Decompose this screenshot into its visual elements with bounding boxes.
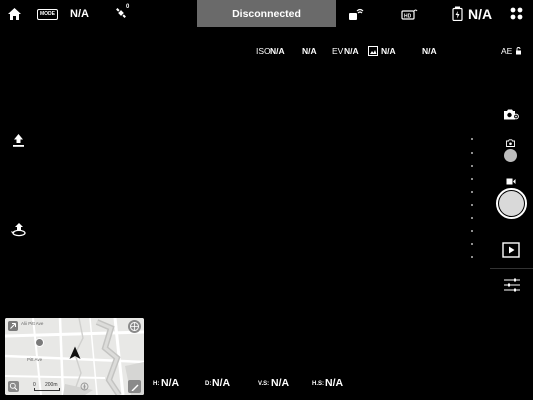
return-home-icon[interactable] bbox=[11, 221, 27, 237]
iso-value: N/A bbox=[270, 46, 285, 56]
photo-mode-icon[interactable] bbox=[506, 139, 515, 147]
camera-parameter-bar[interactable]: ISO N/A N/A EV N/A N/A N/A AE bbox=[256, 46, 531, 58]
flight-mode-chip: MODE bbox=[37, 9, 58, 20]
home-point-marker bbox=[35, 338, 44, 347]
map-collapse-icon[interactable] bbox=[8, 321, 18, 331]
settings-menu-icon[interactable] bbox=[510, 7, 523, 20]
map-compass-icon bbox=[80, 382, 89, 391]
connection-status-banner[interactable]: Disconnected bbox=[197, 0, 336, 27]
white-balance-value: N/A bbox=[381, 46, 396, 56]
iso-label: ISO bbox=[256, 46, 271, 56]
hd-video-signal-icon: HD bbox=[401, 8, 418, 20]
distance-value: N/A bbox=[212, 377, 231, 389]
ev-value: N/A bbox=[344, 46, 359, 56]
focus-scale-track[interactable] bbox=[471, 134, 475, 262]
image-format-value: N/A bbox=[422, 46, 437, 56]
lock-icon[interactable] bbox=[515, 47, 522, 55]
ev-label: EV bbox=[332, 46, 344, 56]
aircraft-position-icon bbox=[69, 346, 81, 360]
photo-video-toggle-knob[interactable] bbox=[504, 149, 517, 162]
horizontal-speed-value: N/A bbox=[325, 377, 344, 389]
battery-value: N/A bbox=[468, 6, 493, 22]
camera-settings-icon[interactable] bbox=[503, 108, 519, 121]
map-street-label: Alii Pitt Ave bbox=[21, 321, 44, 326]
remote-controller-signal-icon bbox=[348, 6, 364, 21]
map-street-label: Pitt Ave bbox=[27, 357, 43, 362]
home-icon[interactable] bbox=[7, 7, 22, 21]
video-mode-icon[interactable] bbox=[506, 178, 516, 185]
shutter-button-core bbox=[499, 191, 524, 216]
playback-icon[interactable] bbox=[502, 242, 520, 258]
vertical-speed-label: V.S: bbox=[258, 381, 270, 387]
height-label: H: bbox=[153, 381, 160, 387]
horizontal-speed-label: H.S: bbox=[312, 381, 324, 387]
vertical-speed-value: N/A bbox=[271, 377, 290, 389]
battery-icon bbox=[452, 6, 463, 21]
camera-adjust-sliders-icon[interactable] bbox=[503, 277, 521, 293]
takeoff-icon[interactable] bbox=[11, 133, 26, 148]
mini-map[interactable]: Alii Pitt Ave Pitt Ave 0 200m bbox=[5, 318, 144, 395]
distance-label: D: bbox=[205, 381, 212, 387]
svg-text:HD: HD bbox=[404, 14, 412, 20]
ae-lock-label[interactable]: AE bbox=[501, 46, 512, 56]
map-clear-path-icon[interactable] bbox=[128, 380, 141, 393]
shutter-value: N/A bbox=[302, 46, 317, 56]
rail-divider bbox=[490, 268, 533, 269]
map-layer-icon[interactable] bbox=[128, 320, 141, 333]
height-value: N/A bbox=[161, 377, 180, 389]
white-balance-icon bbox=[368, 46, 378, 56]
map-zoom-icon[interactable] bbox=[8, 381, 19, 392]
map-scale-bar bbox=[34, 388, 60, 391]
satellite-count: 0 bbox=[126, 4, 130, 10]
shutter-button[interactable] bbox=[496, 188, 527, 219]
flight-mode-value: N/A bbox=[70, 8, 89, 20]
